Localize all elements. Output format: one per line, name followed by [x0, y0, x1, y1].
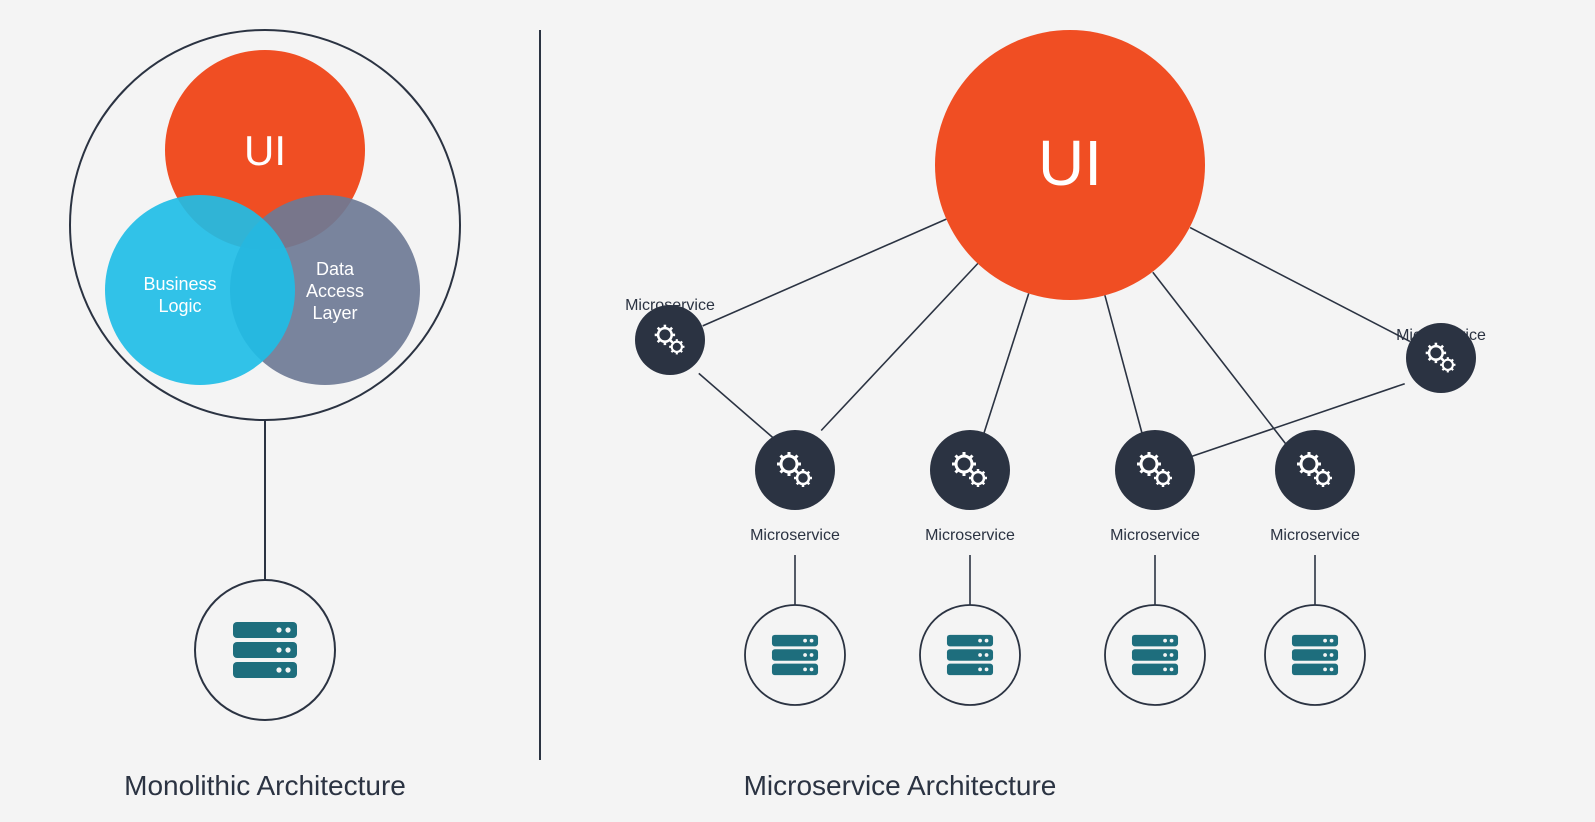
microservice-node: Microservice [1265, 430, 1365, 705]
micro-ui-circle: UI [935, 30, 1205, 300]
microservice-node: Microservice [920, 430, 1020, 705]
server-icon [1132, 635, 1178, 675]
architecture-diagram: UI Data Access Layer Business Logic Mono… [0, 0, 1595, 822]
monolith-data-access-label-l1: Data [316, 259, 355, 279]
monolith-data-access-label-l3: Layer [312, 303, 357, 323]
microservice-label: Microservice [1270, 527, 1360, 544]
microservice-node: Microservice [1396, 323, 1486, 393]
microservice-panel: UI Microservice [625, 30, 1486, 801]
microservice-title: Microservice Architecture [744, 770, 1057, 801]
microservice-label: Microservice [925, 527, 1015, 544]
monolith-business-logic-label-l1: Business [143, 274, 216, 294]
monolith-data-access-label-l2: Access [306, 281, 364, 301]
monolith-business-logic-label-l2: Logic [158, 296, 201, 316]
microservice-node: Microservice [1105, 430, 1205, 705]
monolith-ui-label: UI [244, 127, 286, 174]
server-icon [947, 635, 993, 675]
monolith-database-node [195, 580, 335, 720]
server-icon [1292, 635, 1338, 675]
micro-ui-label: UI [1038, 127, 1102, 199]
server-icon [772, 635, 818, 675]
microservice-label: Microservice [750, 527, 840, 544]
microservice-node: Microservice [625, 297, 715, 375]
monolith-title: Monolithic Architecture [124, 770, 406, 801]
microservice-label: Microservice [1110, 527, 1200, 544]
microservice-node: Microservice [745, 430, 845, 705]
server-icon [233, 622, 297, 678]
monolithic-panel: UI Data Access Layer Business Logic Mono… [70, 30, 460, 801]
monolith-business-logic-circle: Business Logic [105, 195, 295, 385]
